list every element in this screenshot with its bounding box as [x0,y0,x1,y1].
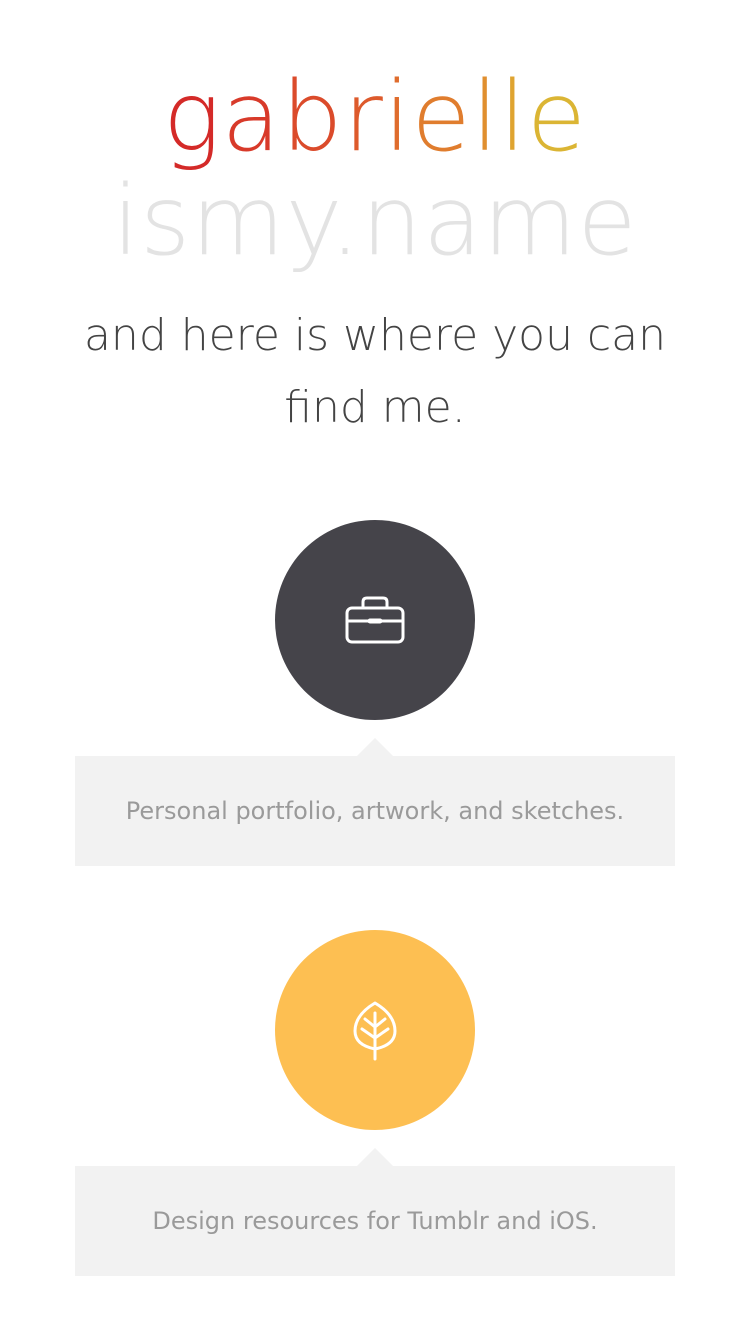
page: gabrielle ismy.name and here is where yo… [0,0,750,1334]
portfolio-link-button[interactable] [275,520,475,720]
resources-description: Design resources for Tumblr and iOS. [152,1207,598,1235]
portfolio-description: Personal portfolio, artwork, and sketche… [125,797,625,825]
logo-letter: r [343,61,384,173]
logo-letter: e [411,61,472,173]
logo-letter: g [163,61,222,173]
logo-letter: a [221,61,282,173]
portfolio-description-card[interactable]: Personal portfolio, artwork, and sketche… [75,738,675,866]
leaf-icon [351,999,399,1061]
site-logo-domain: ismy.name [112,165,638,277]
site-logo-name: gabrielle [0,62,750,172]
logo-letter: i [383,61,412,173]
resources-link-button[interactable] [275,930,475,1130]
tagline: and here is where you can find me. [83,310,667,433]
logo-letter: e [526,61,587,173]
logo-letter: b [281,61,344,173]
logo-letter: l [471,61,500,173]
briefcase-icon [344,595,406,645]
logo-letter: l [499,61,527,173]
resources-description-card[interactable]: Design resources for Tumblr and iOS. [75,1148,675,1276]
